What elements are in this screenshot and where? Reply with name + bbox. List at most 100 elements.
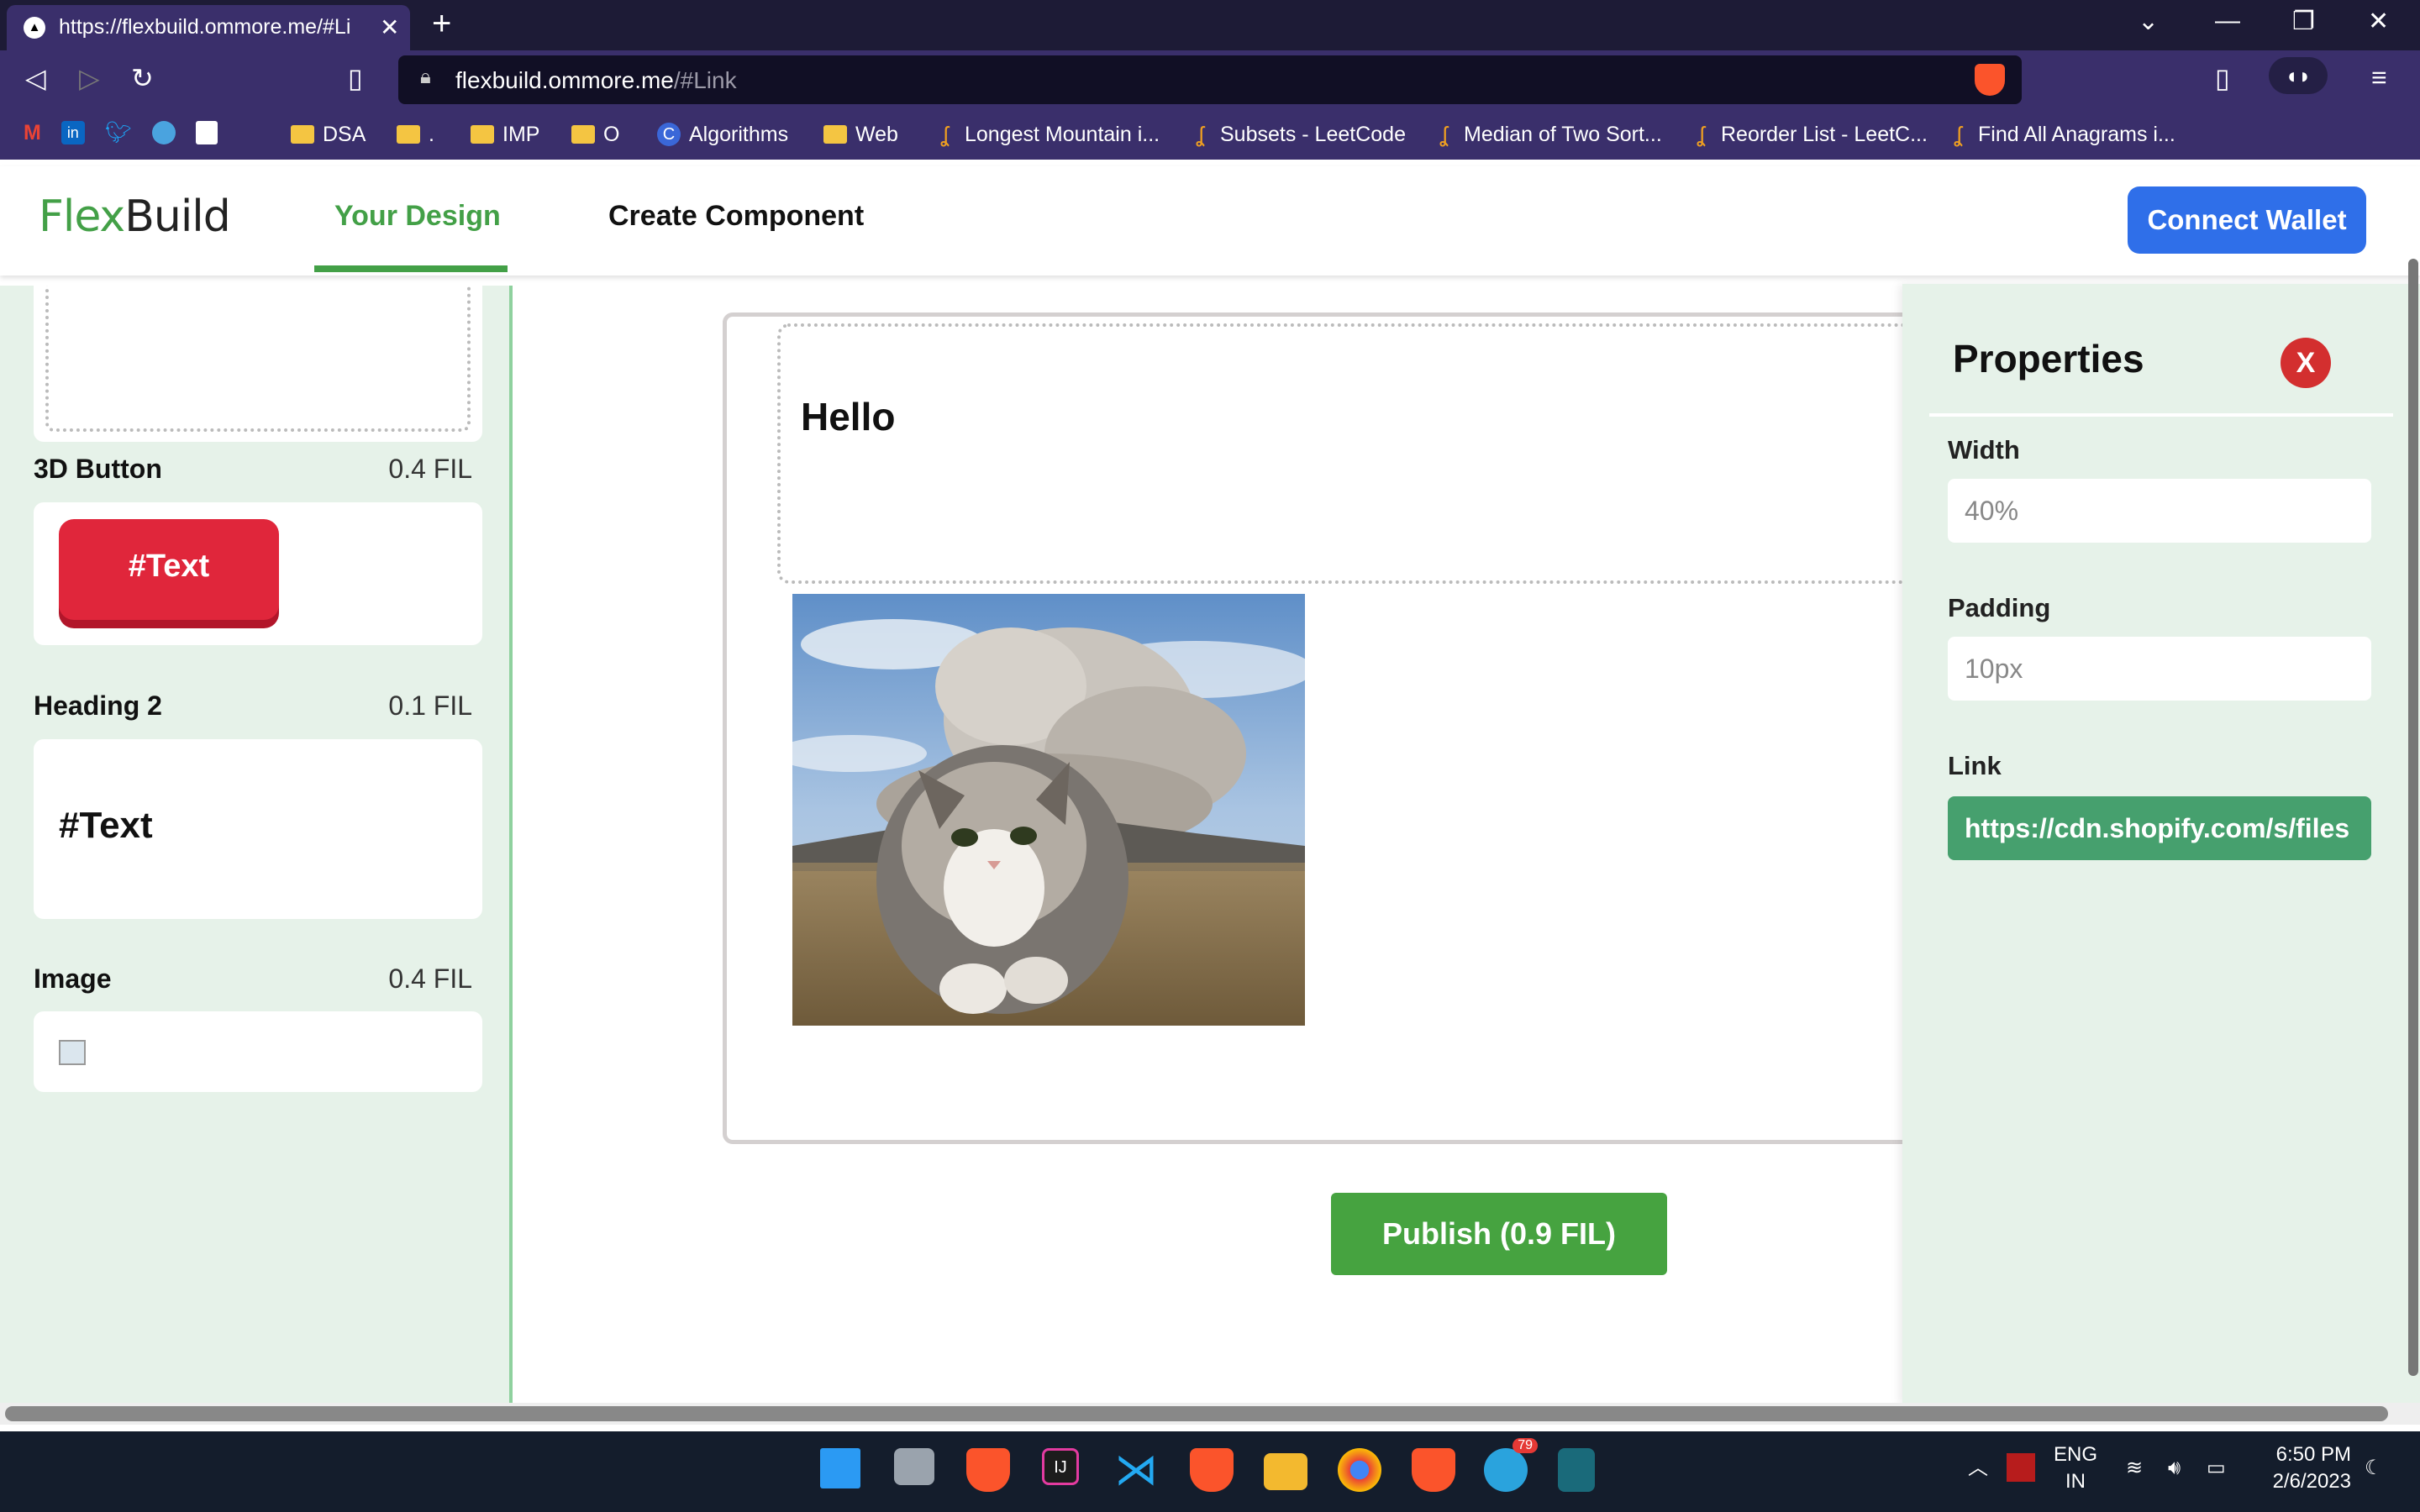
browser-tab[interactable]: ▲ https://flexbuild.ommore.me/#Li ✕ (7, 5, 410, 50)
bookmark-dot[interactable]: . (397, 119, 434, 150)
publish-button[interactable]: Publish (0.9 FIL) (1331, 1193, 1667, 1275)
component-preview-card[interactable] (34, 1011, 482, 1092)
scrollbar-thumb[interactable] (5, 1406, 2388, 1421)
flexbuild-logo[interactable]: FlexBuild (39, 192, 231, 242)
reload-icon[interactable]: ↻ (131, 62, 154, 94)
app-header: FlexBuild Your Design Create Component C… (0, 166, 2420, 276)
browser-tab-bar: ▲ https://flexbuild.ommore.me/#Li ✕ + ⌄ … (0, 0, 2420, 50)
heading-block[interactable]: Hello (777, 323, 1902, 584)
bookmark-subsets[interactable]: ʆ Subsets - LeetCode (1188, 119, 1406, 150)
tab-create-component[interactable]: Create Component (608, 200, 864, 233)
component-preview-card[interactable] (34, 286, 482, 442)
minimize-icon[interactable]: — (2215, 7, 2240, 35)
chart-app-icon[interactable] (151, 121, 176, 144)
gmail-icon[interactable]: M (24, 121, 41, 145)
brave-beta-icon[interactable] (1190, 1448, 1234, 1492)
connect-wallet-button[interactable]: Connect Wallet (2128, 186, 2366, 254)
docs-icon[interactable] (195, 121, 218, 144)
link-input[interactable] (1948, 796, 2371, 860)
private-glasses-icon[interactable]: ◖◗ (2269, 57, 2328, 94)
design-container[interactable]: Hello (723, 312, 1902, 1144)
component-preview-card[interactable]: #Text (34, 502, 482, 645)
padding-input[interactable] (1948, 637, 2371, 701)
task-view-icon[interactable] (894, 1448, 934, 1485)
lang-text: ENG (2054, 1443, 2098, 1466)
padding-label: Padding (1948, 593, 2051, 622)
close-properties-button[interactable]: X (2281, 338, 2331, 388)
properties-title: Properties (1953, 337, 2144, 381)
folder-icon (823, 125, 847, 144)
bookmark-dsa[interactable]: DSA (291, 119, 366, 150)
wifi-icon[interactable]: ≋ (2126, 1455, 2143, 1482)
width-input[interactable] (1948, 479, 2371, 543)
vscode-icon[interactable]: ⋊ (1114, 1448, 1158, 1492)
width-label: Width (1948, 435, 2020, 465)
sidebar-icon[interactable]: ▯ (2215, 62, 2230, 94)
window-close-icon[interactable]: ✕ (2368, 7, 2389, 36)
properties-panel: Properties X Width Padding Link (1902, 284, 2420, 1405)
brave-icon[interactable] (966, 1448, 1010, 1492)
forward-icon[interactable]: ▷ (79, 62, 100, 94)
component-preview-card[interactable]: #Text (34, 739, 482, 919)
volume-icon[interactable]: 🔊︎ (2168, 1455, 2181, 1482)
tab-title: https://flexbuild.ommore.me/#Li (59, 15, 351, 39)
bookmark-icon[interactable]: ▯ (348, 62, 363, 94)
folder-icon (471, 125, 494, 144)
tab-search-chevron-icon[interactable]: ⌄ (2138, 7, 2159, 36)
bookmark-label: Find All Anagrams i... (1978, 122, 2175, 146)
divider (1929, 413, 2393, 417)
bookmark-label: . (429, 122, 434, 146)
tab-close-icon[interactable]: ✕ (380, 13, 399, 41)
twitter-icon[interactable]: 🐦︎ (105, 121, 132, 145)
clock[interactable]: 6:50 PM 2/6/2023 (2260, 1441, 2351, 1495)
container-preview (45, 286, 471, 432)
menu-icon[interactable]: ≡ (2371, 62, 2387, 93)
language-indicator[interactable]: ENG IN (2054, 1441, 2097, 1495)
file-explorer-icon[interactable] (1264, 1453, 1307, 1490)
bookmark-longest-mountain[interactable]: ʆ Longest Mountain i... (933, 119, 1160, 150)
c-logo-icon: C (657, 123, 681, 146)
chrome-icon[interactable] (1338, 1448, 1381, 1492)
bookmark-web[interactable]: Web (823, 119, 898, 150)
bookmark-median[interactable]: ʆ Median of Two Sort... (1432, 119, 1661, 150)
bookmark-algorithms[interactable]: C Algorithms (657, 119, 788, 150)
cat-photo (792, 594, 1305, 1026)
bookmark-reorder-list[interactable]: ʆ Reorder List - LeetC... (1689, 119, 1927, 150)
bookmark-find-anagrams[interactable]: ʆ Find All Anagrams i... (1946, 119, 2175, 150)
intellij-icon[interactable]: IJ (1042, 1448, 1079, 1485)
bookmark-app-icons: M in 🐦︎ (24, 118, 218, 148)
telegram-icon[interactable]: 79 (1484, 1438, 1538, 1492)
heading-text[interactable]: Hello (801, 394, 895, 439)
time-text: 6:50 PM (2275, 1443, 2351, 1466)
bookmark-o[interactable]: O (571, 119, 619, 150)
vertical-scrollbar[interactable] (2408, 259, 2418, 1376)
windows-taskbar: IJ ⋊ 79 ︿ ENG IN ≋ 🔊︎ ▭ 6:50 PM 2/6/2023 ☾ (0, 1431, 2420, 1512)
restore-icon[interactable]: ❐ (2292, 7, 2315, 36)
bookmark-imp[interactable]: IMP (471, 119, 539, 150)
cat-image[interactable] (792, 594, 1305, 1026)
new-tab-icon[interactable]: + (432, 5, 451, 42)
app-icon[interactable] (1558, 1448, 1595, 1492)
3d-button-preview[interactable]: #Text (59, 519, 279, 620)
leetcode-icon: ʆ (1954, 122, 1962, 147)
component-library-panel[interactable]: 3D Button 0.4 FIL #Text Heading 2 0.1 FI… (0, 286, 513, 1403)
bookmark-label: DSA (323, 122, 366, 146)
notifications-icon[interactable]: ☾ (2365, 1455, 2383, 1482)
folder-icon (571, 125, 595, 144)
component-name: Image (34, 963, 112, 994)
voicemeeter-icon[interactable] (2007, 1453, 2035, 1482)
brave-nightly-icon[interactable] (1412, 1448, 1455, 1492)
horizontal-scrollbar[interactable] (0, 1403, 2420, 1425)
windows-start-icon[interactable] (820, 1448, 860, 1488)
address-bar[interactable]: 🔒︎ flexbuild.ommore.me/#Link (398, 55, 2022, 104)
component-price: 0.1 FIL (388, 690, 472, 721)
back-icon[interactable]: ◁ (25, 62, 46, 94)
battery-icon[interactable]: ▭ (2207, 1455, 2226, 1482)
logo-flex: Flex (39, 192, 125, 242)
brave-shield-icon[interactable] (1975, 64, 2005, 96)
design-canvas[interactable]: Hello Publish (0.9 FIL) (516, 286, 1902, 1403)
linkedin-icon[interactable]: in (60, 121, 85, 144)
tray-chevron-icon[interactable]: ︿ (1968, 1455, 1988, 1482)
flexbuild-app: FlexBuild Your Design Create Component C… (0, 166, 2420, 1425)
tab-your-design[interactable]: Your Design (334, 200, 501, 233)
